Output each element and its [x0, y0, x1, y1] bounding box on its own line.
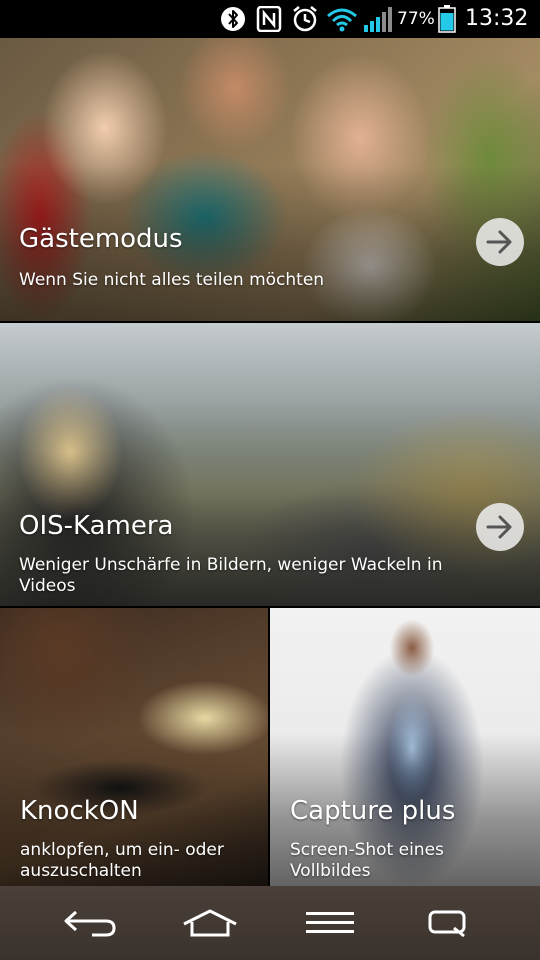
status-bar: 77% 13:32	[0, 0, 540, 38]
feature-card-capture-plus[interactable]: Capture plus Screen-Shot eines Vollbilde…	[270, 608, 540, 886]
arrow-right-icon[interactable]	[476, 503, 524, 551]
navigation-bar	[0, 886, 540, 960]
signal-icon	[362, 5, 394, 33]
qslide-icon[interactable]	[410, 900, 490, 946]
arrow-right-icon[interactable]	[476, 218, 524, 266]
feature-card-knockon[interactable]: KnockON anklopfen, um ein- oder auszusch…	[0, 608, 268, 886]
card-title: KnockON	[20, 796, 139, 826]
card-subtitle: Wenn Sie nicht alles teilen möchten	[19, 270, 325, 290]
card-title: Gästemodus	[19, 224, 183, 254]
card-subtitle: Weniger Unschärfe in Bildern, weniger Wa…	[19, 555, 443, 596]
card-title: OIS-Kamera	[19, 511, 174, 541]
back-icon[interactable]	[50, 900, 130, 946]
wifi-icon	[326, 5, 358, 33]
card-subtitle: anklopfen, um ein- oder auszuschalten	[20, 840, 224, 881]
battery-percent: 77%	[397, 9, 435, 29]
home-icon[interactable]	[170, 900, 250, 946]
feature-card-ois-camera[interactable]: OIS-Kamera Weniger Unschärfe in Bildern,…	[0, 323, 540, 606]
battery-icon	[437, 5, 457, 33]
nfc-icon	[255, 5, 283, 33]
clock: 13:32	[465, 6, 529, 31]
feature-card-guest-mode[interactable]: Gästemodus Wenn Sie nicht alles teilen m…	[0, 38, 540, 321]
alarm-icon	[290, 5, 320, 33]
menu-icon[interactable]	[290, 900, 370, 946]
card-subtitle: Screen-Shot eines Vollbildes	[290, 840, 444, 881]
card-title: Capture plus	[290, 796, 456, 826]
bluetooth-icon	[220, 5, 246, 33]
